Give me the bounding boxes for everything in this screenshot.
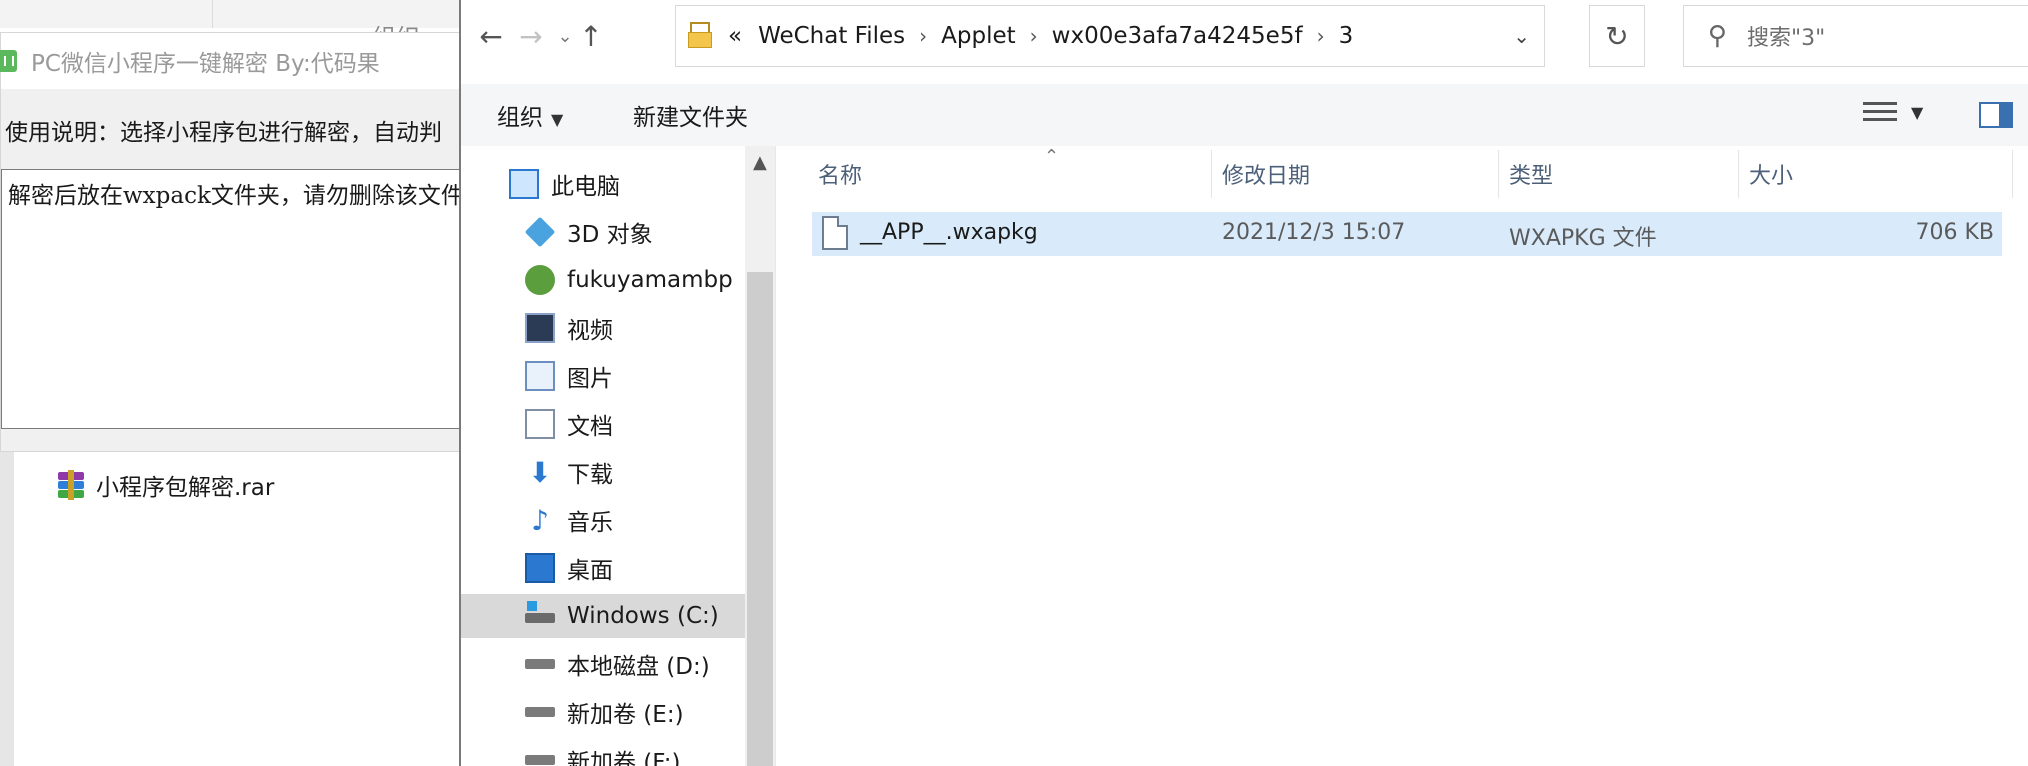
back-button[interactable]: ←: [473, 18, 509, 54]
drive-icon: [525, 649, 555, 679]
scroll-up-icon[interactable]: ▲: [753, 152, 767, 173]
nav-item-3d-objects[interactable]: 3D 对象: [524, 210, 653, 254]
nav-item-this-pc[interactable]: 此电脑: [509, 162, 620, 206]
file-icon: [822, 216, 848, 250]
caret-down-icon: ▼: [1911, 102, 1924, 122]
background-file-label: 小程序包解密.rar: [96, 475, 275, 501]
chevron-right-icon[interactable]: ›: [919, 24, 927, 48]
nav-item-windows-c[interactable]: Windows (C:): [461, 594, 745, 638]
arrow-up-icon: ↑: [579, 19, 603, 53]
column-modified[interactable]: 修改日期: [1222, 158, 1310, 190]
preview-pane-icon[interactable]: [1979, 102, 2013, 128]
pictures-icon: [525, 361, 555, 391]
column-divider[interactable]: [1738, 150, 1739, 198]
navigation-scrollbar[interactable]: ▲: [745, 146, 775, 766]
downloads-icon: ⬇: [528, 455, 552, 489]
view-options-button[interactable]: ▼: [1863, 100, 1923, 124]
file-type: WXAPKG 文件: [1509, 226, 1657, 251]
search-input[interactable]: ⚲ 搜索"3": [1683, 5, 2028, 67]
nav-item-music[interactable]: ♪ 音乐: [525, 498, 613, 542]
column-divider[interactable]: [1211, 150, 1212, 198]
background-scrollbar[interactable]: [0, 420, 14, 766]
forward-button[interactable]: →: [513, 18, 549, 54]
new-folder-button[interactable]: 新建文件夹: [633, 98, 748, 132]
breadcrumb-applet[interactable]: Applet: [941, 23, 1016, 49]
usage-instructions: 使用说明：选择小程序包进行解密，自动判: [5, 120, 442, 146]
drive-icon: [525, 697, 555, 727]
breadcrumb-app-id[interactable]: wx00e3afa7a4245e5f: [1052, 23, 1303, 49]
refresh-icon: ↻: [1605, 19, 1629, 53]
column-size[interactable]: 大小: [1749, 158, 1793, 190]
details-view-icon: [1863, 100, 1897, 124]
breadcrumb[interactable]: « WeChat Files › Applet › wx00e3afa7a424…: [675, 5, 1545, 67]
drive-icon: [525, 745, 555, 766]
chevron-down-icon: ⌄: [557, 25, 573, 47]
app-icon: [0, 50, 17, 72]
file-list: ⌃ 名称 修改日期 类型 大小 __APP__.wxapkg 2021/12/3…: [775, 146, 2028, 766]
folder-icon: [688, 22, 712, 50]
music-icon: ♪: [531, 503, 549, 537]
background-window-header: 组织: [0, 0, 470, 52]
nav-item-videos[interactable]: 视频: [525, 306, 613, 350]
chevron-right-icon[interactable]: ›: [1317, 24, 1325, 48]
chevron-right-icon[interactable]: ›: [1030, 24, 1038, 48]
search-placeholder: 搜索"3": [1747, 26, 1826, 51]
nav-item-downloads[interactable]: ⬇ 下载: [525, 450, 613, 494]
nav-item-drive-d[interactable]: 本地磁盘 (D:): [525, 642, 710, 686]
up-button[interactable]: ↑: [573, 18, 609, 54]
nav-item-drive-e[interactable]: 新加卷 (E:): [525, 690, 684, 734]
column-header-row: ⌃ 名称 修改日期 类型 大小: [776, 146, 2028, 198]
tool-title: PC微信小程序一键解密 By:代码果: [31, 51, 380, 77]
file-dialog: ← → ⌄ ↑ « WeChat Files › Applet › wx00e3…: [459, 0, 2028, 766]
command-bar: 组织 ▼ 新建文件夹 ▼: [461, 84, 2028, 146]
windows-drive-icon: [525, 601, 555, 631]
breadcrumb-overflow[interactable]: «: [728, 23, 742, 49]
output-textbox[interactable]: 解密后放在wxpack文件夹，请勿删除该文件: [1, 169, 471, 429]
breadcrumb-current[interactable]: 3: [1339, 23, 1354, 49]
column-divider[interactable]: [2012, 150, 2013, 198]
address-bar-row: ← → ⌄ ↑ « WeChat Files › Applet › wx00e3…: [461, 0, 2028, 74]
tool-titlebar[interactable]: PC微信小程序一键解密 By:代码果: [0, 33, 471, 89]
arrow-left-icon: ←: [479, 19, 503, 53]
navigation-pane: 此电脑 3D 对象 fukuyamambp 视频 图片 文档 ⬇ 下载 ♪ 音乐: [461, 146, 775, 766]
caret-down-icon: ▼: [551, 110, 564, 129]
breadcrumb-wechat-files[interactable]: WeChat Files: [758, 23, 905, 49]
scrollbar-thumb[interactable]: [747, 272, 773, 766]
arrow-right-icon: →: [519, 19, 543, 53]
column-divider[interactable]: [1498, 150, 1499, 198]
nav-item-network-share[interactable]: fukuyamambp: [525, 258, 733, 302]
nav-item-pictures[interactable]: 图片: [525, 354, 613, 398]
documents-icon: [525, 409, 555, 439]
search-icon: ⚲: [1708, 21, 1728, 51]
address-dropdown-icon[interactable]: ⌄: [1513, 24, 1530, 48]
table-row[interactable]: __APP__.wxapkg 2021/12/3 15:07 WXAPKG 文件…: [812, 212, 2002, 256]
header-divider: [212, 0, 213, 28]
nav-item-documents[interactable]: 文档: [525, 402, 613, 446]
nav-item-drive-f[interactable]: 新加卷 (F:): [525, 738, 680, 766]
organize-button[interactable]: 组织 ▼: [497, 98, 563, 132]
column-type[interactable]: 类型: [1509, 158, 1553, 190]
computer-icon: [509, 169, 539, 199]
file-modified: 2021/12/3 15:07: [1222, 220, 1406, 245]
videos-icon: [525, 313, 555, 343]
3d-objects-icon: [524, 216, 556, 248]
file-name: __APP__.wxapkg: [860, 220, 1038, 245]
network-computer-icon: [525, 265, 555, 295]
rar-archive-icon: [56, 470, 86, 500]
sort-ascending-icon: ⌃: [1044, 146, 1060, 167]
nav-item-desktop[interactable]: 桌面: [525, 546, 613, 590]
decrypt-tool-window: PC微信小程序一键解密 By:代码果 使用说明：选择小程序包进行解密，自动判 解…: [0, 32, 471, 452]
refresh-button[interactable]: ↻: [1589, 5, 1645, 67]
column-name[interactable]: 名称: [818, 158, 862, 190]
file-size: 706 KB: [1915, 220, 1994, 245]
background-file-item[interactable]: 小程序包解密.rar: [56, 468, 274, 502]
desktop-icon: [525, 553, 555, 583]
